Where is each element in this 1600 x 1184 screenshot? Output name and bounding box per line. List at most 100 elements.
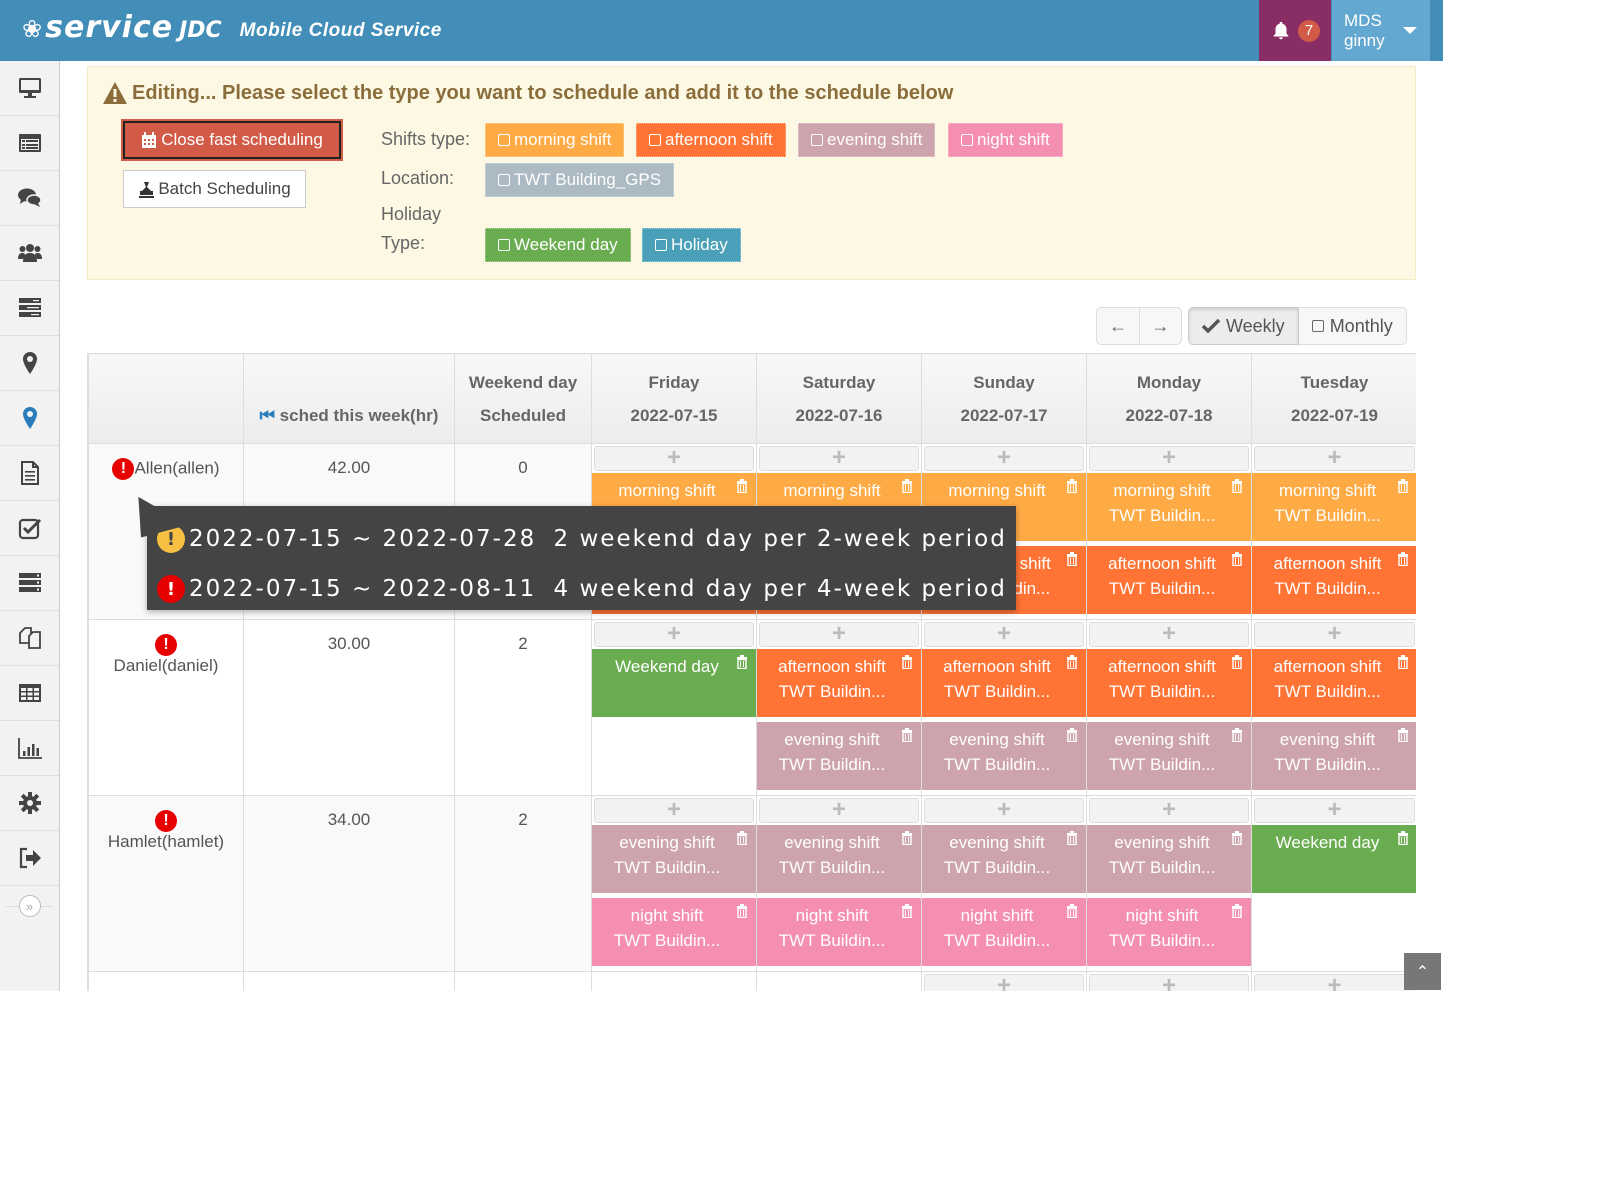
shift-block-afternoon[interactable]: afternoon shift TWT Buildin... [1252, 649, 1416, 717]
scroll-to-top-button[interactable]: ⌃ [1404, 953, 1441, 990]
shift-block-evening[interactable]: evening shift TWT Buildin... [922, 825, 1086, 893]
step-backward-icon[interactable]: ⏮︎ [260, 406, 275, 425]
sidebar-item-settings[interactable] [0, 776, 59, 831]
add-shift-button[interactable]: + [1089, 622, 1249, 647]
trash-icon[interactable] [1066, 904, 1078, 918]
close-fast-scheduling-button[interactable]: Close fast scheduling [121, 119, 343, 161]
add-shift-button[interactable]: + [759, 446, 919, 471]
shift-block-evening[interactable]: evening shift TWT Buildin... [592, 825, 756, 893]
trash-icon[interactable] [1231, 728, 1243, 742]
trash-icon[interactable] [1397, 728, 1409, 742]
trash-icon[interactable] [736, 831, 748, 845]
location-twt-building[interactable]: TWT Building_GPS [485, 163, 675, 197]
shift-block-weekend[interactable]: Weekend day [1252, 825, 1416, 893]
shift-block-afternoon[interactable]: afternoon shift TWT Buildin... [1087, 649, 1251, 717]
holiday-type-weekend-day[interactable]: Weekend day [485, 228, 631, 262]
shift-type-morning[interactable]: morning shift [485, 123, 625, 157]
holiday-type-holiday[interactable]: Holiday [642, 228, 741, 262]
error-circle-icon[interactable]: ! [155, 634, 177, 656]
trash-icon[interactable] [1066, 728, 1078, 742]
shift-block-afternoon[interactable]: afternoon shift TWT Buildin... [1087, 546, 1251, 614]
shift-block-afternoon[interactable]: afternoon shift TWT Buildin... [1252, 546, 1416, 614]
sidebar-item-logout[interactable] [0, 831, 59, 886]
collapse-sidebar-button[interactable]: » [18, 895, 41, 917]
shift-block-morning[interactable]: morning shift TWT Buildin... [1087, 473, 1251, 541]
user-menu-toggle[interactable]: MDS ginny [1332, 0, 1430, 61]
shift-block-evening[interactable]: evening shift TWT Buildin... [757, 722, 921, 790]
sidebar-item-table[interactable] [0, 666, 59, 721]
shift-block-weekend[interactable]: Weekend day [592, 649, 756, 717]
next-period-button[interactable]: → [1139, 308, 1181, 344]
sidebar-item-dashboard[interactable] [0, 61, 59, 116]
shift-block-morning[interactable]: morning shift TWT Buildin... [1252, 473, 1416, 541]
previous-period-button[interactable]: ← [1097, 308, 1139, 344]
shift-block-afternoon[interactable]: afternoon shift TWT Buildin... [757, 649, 921, 717]
trash-icon[interactable] [901, 831, 913, 845]
add-shift-button[interactable]: + [1254, 798, 1415, 823]
shift-block-afternoon[interactable]: afternoon shift TWT Buildin... [922, 649, 1086, 717]
sidebar-item-copy[interactable] [0, 611, 59, 666]
trash-icon[interactable] [1231, 655, 1243, 669]
trash-icon[interactable] [1397, 552, 1409, 566]
add-shift-button[interactable]: + [924, 446, 1084, 471]
trash-icon[interactable] [1231, 831, 1243, 845]
add-shift-button[interactable]: + [1089, 446, 1249, 471]
notifications-button[interactable]: 7 [1259, 0, 1331, 61]
add-shift-button[interactable]: + [594, 446, 754, 471]
add-shift-button[interactable]: + [924, 622, 1084, 647]
trash-icon[interactable] [1231, 904, 1243, 918]
shift-block-night[interactable]: night shift TWT Buildin... [922, 898, 1086, 966]
trash-icon[interactable] [901, 479, 913, 493]
brand[interactable]: ❀service JDC Mobile Cloud Service [22, 10, 442, 45]
trash-icon[interactable] [1231, 552, 1243, 566]
trash-icon[interactable] [1066, 479, 1078, 493]
sidebar-item-servers[interactable] [0, 281, 59, 336]
add-shift-button[interactable]: + [1089, 974, 1249, 991]
shift-type-night[interactable]: night shift [948, 123, 1063, 157]
sidebar-item-list[interactable] [0, 116, 59, 171]
add-shift-button[interactable]: + [1254, 974, 1415, 991]
sidebar-item-gps-locations[interactable] [0, 391, 59, 446]
trash-icon[interactable] [1066, 552, 1078, 566]
error-circle-icon[interactable]: ! [112, 458, 135, 480]
shift-block-evening[interactable]: evening shift TWT Buildin... [1087, 825, 1251, 893]
batch-scheduling-button[interactable]: Batch Scheduling [123, 170, 306, 208]
sidebar-item-locations[interactable] [0, 336, 59, 391]
trash-icon[interactable] [1397, 655, 1409, 669]
sidebar-item-messages[interactable] [0, 171, 59, 226]
trash-icon[interactable] [736, 904, 748, 918]
sidebar-item-tasks[interactable] [0, 556, 59, 611]
trash-icon[interactable] [736, 655, 748, 669]
sidebar-item-users[interactable] [0, 226, 59, 281]
shift-block-evening[interactable]: evening shift TWT Buildin... [1087, 722, 1251, 790]
add-shift-button[interactable]: + [1254, 446, 1415, 471]
add-shift-button[interactable]: + [759, 798, 919, 823]
shift-type-afternoon[interactable]: afternoon shift [636, 123, 786, 157]
shift-block-evening[interactable]: evening shift TWT Buildin... [1252, 722, 1416, 790]
monthly-view-button[interactable]: Monthly [1298, 307, 1407, 345]
trash-icon[interactable] [1066, 831, 1078, 845]
trash-icon[interactable] [1231, 479, 1243, 493]
shift-type-evening[interactable]: evening shift [798, 123, 936, 157]
weekly-view-button[interactable]: Weekly [1188, 307, 1299, 345]
shift-block-night[interactable]: night shift TWT Buildin... [1087, 898, 1251, 966]
trash-icon[interactable] [1397, 479, 1409, 493]
add-shift-button[interactable]: + [1089, 798, 1249, 823]
add-shift-button[interactable]: + [594, 798, 754, 823]
add-shift-button[interactable]: + [924, 798, 1084, 823]
shift-block-night[interactable]: night shift TWT Buildin... [757, 898, 921, 966]
trash-icon[interactable] [1066, 655, 1078, 669]
add-shift-button[interactable]: + [924, 974, 1084, 991]
trash-icon[interactable] [901, 728, 913, 742]
shift-block-evening[interactable]: evening shift TWT Buildin... [922, 722, 1086, 790]
add-shift-button[interactable]: + [759, 622, 919, 647]
add-shift-button[interactable]: + [594, 622, 754, 647]
sidebar-item-documents[interactable] [0, 446, 59, 501]
sidebar-item-approvals[interactable] [0, 501, 59, 556]
trash-icon[interactable] [1397, 831, 1409, 845]
sidebar-item-reports[interactable] [0, 721, 59, 776]
trash-icon[interactable] [901, 904, 913, 918]
shift-block-night[interactable]: night shift TWT Buildin... [592, 898, 756, 966]
trash-icon[interactable] [901, 655, 913, 669]
add-shift-button[interactable]: + [1254, 622, 1415, 647]
